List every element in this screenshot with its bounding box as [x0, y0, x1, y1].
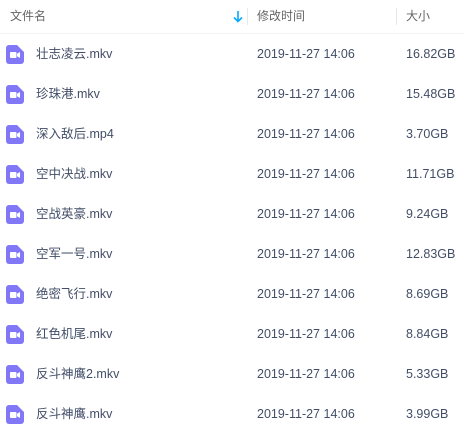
file-row[interactable]: 珍珠港.mkv 2019-11-27 14:06 15.48GB	[0, 74, 464, 114]
file-modified-time: 2019-11-27 14:06	[257, 407, 355, 421]
file-name[interactable]: 珍珠港.mkv	[36, 74, 100, 114]
column-header-size[interactable]: 大小	[406, 0, 430, 33]
file-name[interactable]: 深入敌后.mp4	[36, 114, 114, 154]
file-size: 12.83GB	[406, 247, 456, 261]
file-row[interactable]: 空中决战.mkv 2019-11-27 14:06 11.71GB	[0, 154, 464, 194]
file-modified-time: 2019-11-27 14:06	[257, 327, 355, 341]
file-name[interactable]: 绝密飞行.mkv	[36, 274, 112, 314]
video-file-icon	[6, 205, 24, 224]
file-modified-time: 2019-11-27 14:06	[257, 167, 355, 181]
file-modified-time: 2019-11-27 14:06	[257, 247, 355, 261]
file-list: 文件名 修改时间 大小 壮志凌云.mkv 2019-11-27 14:06 16.8…	[0, 0, 464, 430]
video-file-icon	[6, 165, 24, 184]
column-divider[interactable]	[396, 8, 397, 25]
file-row[interactable]: 红色机尾.mkv 2019-11-27 14:06 8.84GB	[0, 314, 464, 354]
file-row[interactable]: 深入敌后.mp4 2019-11-27 14:06 3.70GB	[0, 114, 464, 154]
file-modified-time: 2019-11-27 14:06	[257, 127, 355, 141]
file-name[interactable]: 反斗神鹰.mkv	[36, 394, 112, 430]
file-row[interactable]: 反斗神鹰2.mkv 2019-11-27 14:06 5.33GB	[0, 354, 464, 394]
file-name[interactable]: 空军一号.mkv	[36, 234, 112, 274]
file-row[interactable]: 空战英豪.mkv 2019-11-27 14:06 9.24GB	[0, 194, 464, 234]
file-size: 3.99GB	[406, 407, 449, 421]
file-row[interactable]: 反斗神鹰.mkv 2019-11-27 14:06 3.99GB	[0, 394, 464, 430]
file-size: 15.48GB	[406, 87, 456, 101]
sort-down-arrow-icon[interactable]	[232, 10, 244, 24]
file-list-header: 文件名 修改时间 大小	[0, 0, 464, 34]
column-header-modified[interactable]: 修改时间	[257, 0, 305, 33]
column-header-name[interactable]: 文件名	[10, 0, 247, 33]
file-size: 11.71GB	[406, 167, 455, 181]
video-file-icon	[6, 85, 24, 104]
file-modified-time: 2019-11-27 14:06	[257, 47, 355, 61]
file-row[interactable]: 壮志凌云.mkv 2019-11-27 14:06 16.82GB	[0, 34, 464, 74]
file-rows: 壮志凌云.mkv 2019-11-27 14:06 16.82GB 珍珠港.mkv 20…	[0, 34, 464, 430]
file-size: 5.33GB	[406, 367, 449, 381]
file-name[interactable]: 空中决战.mkv	[36, 154, 112, 194]
file-row[interactable]: 空军一号.mkv 2019-11-27 14:06 12.83GB	[0, 234, 464, 274]
file-modified-time: 2019-11-27 14:06	[257, 87, 355, 101]
file-name[interactable]: 壮志凌云.mkv	[36, 34, 112, 74]
video-file-icon	[6, 365, 24, 384]
video-file-icon	[6, 405, 24, 424]
file-modified-time: 2019-11-27 14:06	[257, 287, 355, 301]
file-name[interactable]: 红色机尾.mkv	[36, 314, 112, 354]
file-size: 3.70GB	[406, 127, 449, 141]
file-size: 8.84GB	[406, 327, 449, 341]
video-file-icon	[6, 325, 24, 344]
column-divider[interactable]	[247, 8, 248, 25]
video-file-icon	[6, 245, 24, 264]
file-size: 9.24GB	[406, 207, 449, 221]
video-file-icon	[6, 125, 24, 144]
file-modified-time: 2019-11-27 14:06	[257, 207, 355, 221]
video-file-icon	[6, 45, 24, 64]
file-size: 16.82GB	[406, 47, 456, 61]
file-row[interactable]: 绝密飞行.mkv 2019-11-27 14:06 8.69GB	[0, 274, 464, 314]
video-file-icon	[6, 285, 24, 304]
file-name[interactable]: 空战英豪.mkv	[36, 194, 112, 234]
file-size: 8.69GB	[406, 287, 449, 301]
file-name[interactable]: 反斗神鹰2.mkv	[36, 354, 119, 394]
file-modified-time: 2019-11-27 14:06	[257, 367, 355, 381]
